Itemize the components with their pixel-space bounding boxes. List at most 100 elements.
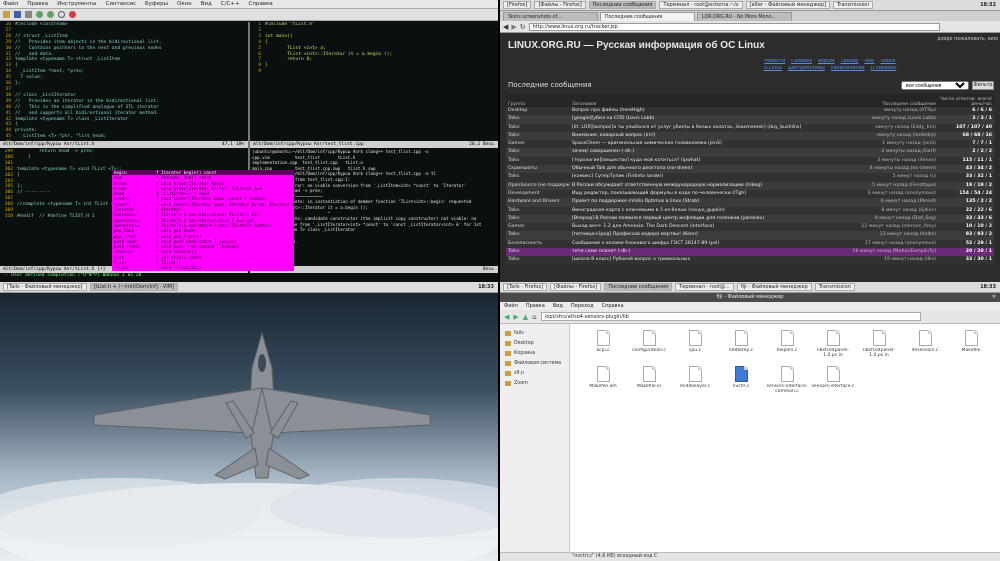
table-row[interactable]: Games Выход вел+ 1.2 для Amnesia: The Dar… xyxy=(506,223,994,232)
table-row[interactable]: Talks [школа 8 класс] Рубокой вопрос о тр… xyxy=(506,256,994,265)
row-topic-link[interactable]: Ищу редактор, показывающий формулы в код… xyxy=(570,190,850,198)
site-nav-link[interactable]: Уведомления xyxy=(831,66,865,73)
fm-content[interactable]: acpi.c configuration.c cpu.c hddtemp.c helpe… xyxy=(571,324,1000,552)
file-item[interactable]: lmsensors.c xyxy=(901,330,949,374)
site-nav-link[interactable]: Поиск xyxy=(880,59,895,66)
print-icon[interactable] xyxy=(25,11,32,18)
row-topic-link[interactable]: Выход вел+ 1.2 для Amnesia: The Dark Des… xyxy=(570,223,850,231)
sidebar-item[interactable]: Файловая система xyxy=(500,358,569,368)
row-topic-link[interactable]: [Вперед] В России появился первый центр … xyxy=(570,215,850,223)
menu-item[interactable]: Правка xyxy=(27,1,48,7)
row-group[interactable]: Talks xyxy=(506,256,570,264)
path-bar[interactable]: /opt/sfcs/af/so4-sensors-plugin/lib xyxy=(540,312,921,321)
row-topic-link[interactable]: [комикс] СуперТупик (Fintleto lander) xyxy=(570,173,850,181)
row-topic-link[interactable]: тити сами планет (-dk-) xyxy=(570,248,850,256)
menu-item[interactable]: Переход xyxy=(571,302,594,310)
taskbar-item[interactable]: fiji - Файловый менеджер xyxy=(736,283,812,291)
row-topic-link[interactable]: [школа 8 класс] Рубокой вопрос о тривиал… xyxy=(570,256,850,264)
file-item[interactable]: nvctrl.c xyxy=(717,366,765,410)
row-topic-link[interactable]: SpaceChem — оригинальная химическая голо… xyxy=(570,140,850,148)
taskbar-item[interactable]: [Tails - Firefox] xyxy=(503,283,548,291)
column-header[interactable]: Число ответов: всего/день/час xyxy=(938,94,994,107)
row-group[interactable]: Talks xyxy=(506,148,570,156)
file-item[interactable]: Makefile xyxy=(947,330,995,374)
menu-item[interactable]: Окно xyxy=(177,1,192,7)
browser-tab[interactable]: LOR.ORG.RU - No More Mono... xyxy=(697,12,792,21)
table-row[interactable]: Talks [lit: LOR][вопрос]а ты улыбался от … xyxy=(506,123,994,132)
taskbar-item[interactable]: [Tails - Файловый менеджер] xyxy=(3,283,87,291)
help-icon[interactable] xyxy=(69,11,76,18)
menu-item[interactable]: Синтаксис xyxy=(106,1,137,7)
taskbar-item[interactable]: Терминал - root@... xyxy=(675,283,734,291)
site-nav-link[interactable]: О сервере xyxy=(871,66,897,73)
table-row[interactable]: Talks [терология][вещество] куда мой кати… xyxy=(506,156,994,166)
open-icon[interactable] xyxy=(3,11,10,18)
redo-icon[interactable] xyxy=(47,11,54,18)
row-group[interactable]: Games xyxy=(506,140,570,148)
column-header[interactable]: Заголовок xyxy=(570,94,850,107)
find-icon[interactable] xyxy=(58,11,65,18)
home-icon[interactable]: ⌂ xyxy=(532,313,536,321)
row-topic-link[interactable]: Виноградная карта с ключевыми в 5 из бел… xyxy=(570,207,850,215)
menu-item[interactable]: Справка xyxy=(602,302,624,310)
menu-item[interactable]: Вид xyxy=(201,1,212,7)
site-nav-link[interactable]: Галерея xyxy=(791,59,812,66)
table-row[interactable]: OpenSource (не поддерживаем)В России обс… xyxy=(506,181,994,190)
menu-item[interactable]: Правка xyxy=(526,302,545,310)
row-group[interactable]: Games xyxy=(506,223,570,231)
row-topic-link[interactable]: В России обсуждают ответственную междуна… xyxy=(570,182,850,190)
table-row[interactable]: Talks [пятница+[ред] Профессов кодера мер… xyxy=(506,231,994,240)
menu-item[interactable]: Буферы xyxy=(145,1,168,7)
editor-pane-left[interactable]: 26 27 28 29 30 31 32 33 34 35 36 37 38 39 40 41 42 43 44 45… xyxy=(0,22,248,141)
table-row[interactable]: Talks [google][убил на СПО (Lovis Labb) ми… xyxy=(506,115,994,124)
row-group[interactable]: Talks xyxy=(506,115,570,123)
sidebar-item[interactable]: fails xyxy=(500,328,569,338)
row-group[interactable]: Talks xyxy=(506,173,570,181)
taskbar-item[interactable]: Последние сообщения xyxy=(588,1,657,9)
table-row[interactable]: Development Ищу редактор, показывающий фо… xyxy=(506,189,994,199)
table-row[interactable]: Скриншоты Обычный Talk для обычного дескт… xyxy=(506,165,994,174)
file-item[interactable]: Makefile.am xyxy=(579,366,627,410)
site-nav-link[interactable]: Wiki xyxy=(864,59,874,66)
site-nav-link[interactable]: Форум xyxy=(818,59,835,66)
address-bar[interactable]: http://www.linux.org.ru/tracker.jsp xyxy=(528,22,940,31)
taskbar-item[interactable]: [Файлы - Firefox] xyxy=(550,283,602,291)
undo-icon[interactable] xyxy=(36,11,43,18)
sidebar-item[interactable]: sfl.n xyxy=(500,368,569,378)
table-row[interactable]: Hardware and Drivers Проект по поддержке … xyxy=(506,198,994,207)
close-icon[interactable]: ✕ xyxy=(992,293,996,302)
row-topic-link[interactable]: Проект по поддержке nVidia Optimus в lin… xyxy=(570,198,850,206)
forward-icon[interactable]: ▶ xyxy=(511,23,516,31)
menu-item[interactable]: Файл xyxy=(504,302,518,310)
taskbar-item[interactable]: Терминал - root@ecterna:~/s xyxy=(659,1,743,9)
row-group[interactable]: Talks xyxy=(506,132,570,140)
row-group[interactable]: OpenSource (не поддерживаем) xyxy=(506,182,570,190)
row-group[interactable]: Hardware and Drivers xyxy=(506,198,570,206)
site-nav-link[interactable]: Новости xyxy=(764,59,785,66)
row-topic-link[interactable]: [google][убил на СПО (Lovis Labb) xyxy=(570,115,850,123)
menu-item[interactable]: Файл xyxy=(3,1,18,7)
message-filter-select[interactable]: все сообщения xyxy=(901,81,969,90)
row-group[interactable]: Безопасность xyxy=(506,240,570,248)
file-item[interactable]: sensors-interface-common.c xyxy=(763,366,811,410)
row-topic-link[interactable]: зачем/ совершенен (-dk-) xyxy=(570,148,850,156)
browser-tab[interactable]: Последние сообщения xyxy=(600,12,695,21)
taskbar-item[interactable]: [Firefox] xyxy=(503,1,532,9)
file-item[interactable]: sensors-interface.c xyxy=(809,366,857,410)
table-row[interactable]: Desktop Вопрос про файлы (hereHigh) минуту… xyxy=(506,107,994,116)
taskbar-item[interactable]: [tList.h + (~/mlt/Dom/inf] - VIM] xyxy=(89,283,178,291)
row-topic-link[interactable]: Вопрос про файлы (hereHigh) xyxy=(570,107,850,115)
sidebar-item[interactable]: Корзина xyxy=(500,348,569,358)
menu-item[interactable]: Вид xyxy=(553,302,563,310)
row-topic-link[interactable]: [пятница+[ред] Профессов кодера мертвы! … xyxy=(570,231,850,239)
taskbar-item[interactable]: [alter - Файловый менеджер] xyxy=(745,1,830,9)
save-icon[interactable] xyxy=(14,11,21,18)
table-row[interactable]: Talks тити сами планет (-dk-) 16 минут наз… xyxy=(506,248,994,257)
filter-button[interactable]: Фильтр xyxy=(972,81,994,90)
row-group[interactable]: Development xyxy=(506,190,570,198)
table-row[interactable]: Talks [комикс] СуперТупик (Fintleto lande… xyxy=(506,173,994,182)
row-topic-link[interactable]: [терология][вещество] куда мой катиться?… xyxy=(570,157,850,165)
up-icon[interactable]: ▲ xyxy=(523,313,528,321)
row-group[interactable]: Talks xyxy=(506,248,570,256)
row-group[interactable]: Talks xyxy=(506,231,570,239)
